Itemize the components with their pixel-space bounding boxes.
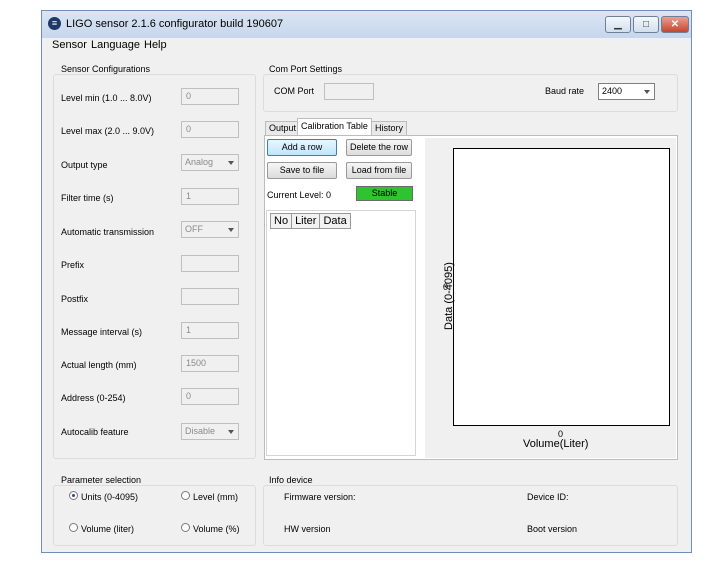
radio-units-label[interactable]: Units (0-4095) <box>81 492 138 502</box>
actual-length-input[interactable]: 1500 <box>181 355 239 372</box>
calibration-chart: Data (0-4095) 0 0 Volume(Liter) <box>425 138 676 458</box>
window-title: LIGO sensor 2.1.6 configurator build 190… <box>66 18 284 30</box>
message-interval-input[interactable]: 1 <box>181 322 239 339</box>
radio-level[interactable] <box>181 491 190 500</box>
tab-calibration-table[interactable]: Calibration Table <box>297 118 372 136</box>
app-window: ≡ LIGO sensor 2.1.6 configurator build 1… <box>41 10 692 553</box>
baud-rate-value: 2400 <box>602 86 623 96</box>
close-icon: ✕ <box>670 19 680 30</box>
autocalib-select[interactable]: Disable <box>181 423 239 440</box>
level-max-label: Level max (2.0 ... 9.0V) <box>61 126 155 136</box>
baud-rate-select[interactable]: 2400 <box>598 83 655 100</box>
radio-volume-liter-label[interactable]: Volume (liter) <box>81 524 134 534</box>
minimize-button[interactable]: ▁ <box>605 16 631 33</box>
status-indicator: Stable <box>356 186 413 201</box>
plot-area <box>453 148 670 426</box>
y-axis-label: Data (0-4095) <box>443 262 455 330</box>
com-port-input[interactable] <box>324 83 374 100</box>
chevron-down-icon <box>228 430 234 434</box>
chevron-down-icon <box>228 161 234 165</box>
y-tick-label: 0 <box>443 282 449 292</box>
output-type-value: Analog <box>185 157 214 167</box>
filter-time-input[interactable]: 1 <box>181 188 239 205</box>
actual-length-label: Actual length (mm) <box>61 360 137 370</box>
ligo-logo-icon: ≡ <box>48 17 61 30</box>
menu-sensor[interactable]: Sensor <box>52 39 87 51</box>
prefix-input[interactable] <box>181 255 239 272</box>
radio-units[interactable] <box>69 491 78 500</box>
sensor-config-title: Sensor Configurations <box>58 64 154 74</box>
auto-transmission-label: Automatic transmission <box>61 227 155 237</box>
title-bar[interactable]: ≡ LIGO sensor 2.1.6 configurator build 1… <box>42 11 691 38</box>
autocalib-value: Disable <box>185 426 216 436</box>
message-interval-label: Message interval (s) <box>61 327 143 337</box>
level-min-label: Level min (1.0 ... 8.0V) <box>61 93 152 103</box>
menu-bar: Sensor Language Help <box>42 38 691 54</box>
autocalib-label: Autocalib feature <box>61 427 129 437</box>
auto-transmission-select[interactable]: OFF <box>181 221 239 238</box>
minimize-icon: ▁ <box>614 19 622 30</box>
tab-output[interactable]: Output <box>265 121 301 135</box>
hw-version-label: HW version <box>284 524 331 534</box>
column-data[interactable]: Data <box>319 213 351 229</box>
auto-transmission-value: OFF <box>185 224 203 234</box>
parameter-selection-title: Parameter selection <box>58 475 145 485</box>
baud-rate-label: Baud rate <box>545 86 585 96</box>
x-axis-label: Volume(Liter) <box>523 438 589 450</box>
menu-help[interactable]: Help <box>144 39 167 51</box>
radio-volume-percent[interactable] <box>181 523 190 532</box>
delete-row-button[interactable]: Delete the row <box>346 139 412 156</box>
current-level-label: Current Level: <box>267 190 324 200</box>
output-type-select[interactable]: Analog <box>181 154 239 171</box>
boot-version-label: Boot version <box>527 524 578 534</box>
info-device-title: Info device <box>266 475 316 485</box>
postfix-input[interactable] <box>181 288 239 305</box>
save-to-file-button[interactable]: Save to file <box>267 162 337 179</box>
chevron-down-icon <box>228 228 234 232</box>
com-port-label: COM Port <box>274 86 315 96</box>
com-port-title: Com Port Settings <box>266 64 346 74</box>
address-label: Address (0-254) <box>61 393 126 403</box>
close-button[interactable]: ✕ <box>661 16 689 33</box>
device-id-label: Device ID: <box>527 492 569 502</box>
maximize-button[interactable]: □ <box>633 16 659 33</box>
prefix-label: Prefix <box>61 260 85 270</box>
level-max-input[interactable]: 0 <box>181 121 239 138</box>
filter-time-label: Filter time (s) <box>61 193 114 203</box>
add-row-button[interactable]: Add a row <box>267 139 337 156</box>
level-min-input[interactable]: 0 <box>181 88 239 105</box>
radio-level-label[interactable]: Level (mm) <box>193 492 238 502</box>
chevron-down-icon <box>644 90 650 94</box>
tab-history[interactable]: History <box>371 121 408 135</box>
table-header: No Liter Data <box>269 213 351 229</box>
column-no[interactable]: No <box>269 213 293 229</box>
postfix-label: Postfix <box>61 294 89 304</box>
output-type-label: Output type <box>61 160 108 170</box>
firmware-version-label: Firmware version: <box>284 492 356 502</box>
menu-language[interactable]: Language <box>91 39 140 51</box>
calibration-table[interactable]: No Liter Data <box>266 210 416 456</box>
address-input[interactable]: 0 <box>181 388 239 405</box>
column-liter[interactable]: Liter <box>291 213 321 229</box>
current-level-value: 0 <box>326 190 332 200</box>
maximize-icon: □ <box>642 19 650 30</box>
radio-volume-liter[interactable] <box>69 523 78 532</box>
radio-volume-percent-label[interactable]: Volume (%) <box>193 524 240 534</box>
load-from-file-button[interactable]: Load from file <box>346 162 412 179</box>
